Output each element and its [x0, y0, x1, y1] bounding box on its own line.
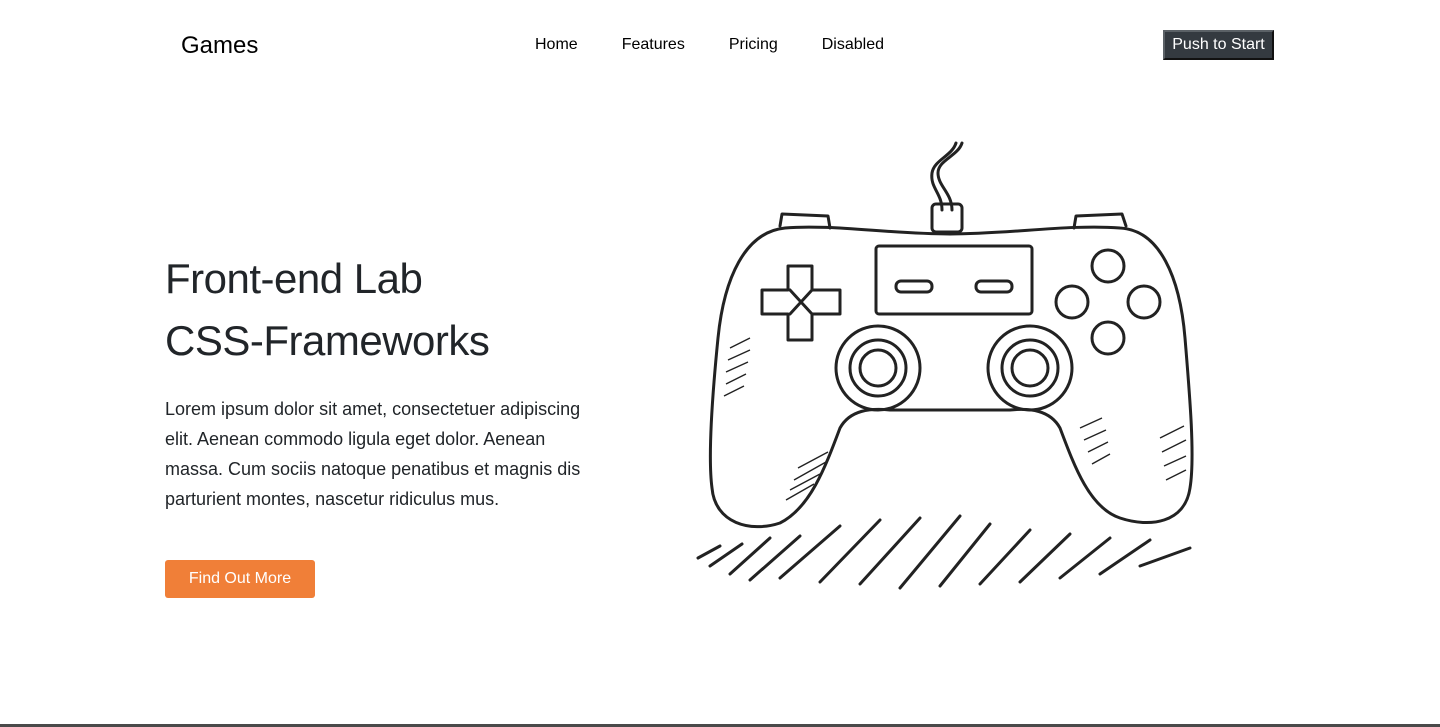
brand-logo[interactable]: Games	[181, 30, 258, 62]
nav-link-home[interactable]: Home	[513, 34, 600, 56]
hero-title-line-2: CSS-Frameworks	[165, 317, 490, 364]
hero-title-line-1: Front-end Lab	[165, 255, 423, 302]
top-navbar: Games Home Features Pricing Disabled Pus…	[0, 0, 1440, 90]
hero-title: Front-end Lab CSS-Frameworks	[165, 248, 490, 372]
nav-link-pricing[interactable]: Pricing	[707, 34, 800, 56]
gamepad-controller-icon	[696, 141, 1194, 590]
push-to-start-button[interactable]: Push to Start	[1163, 30, 1274, 60]
find-out-more-button[interactable]: Find Out More	[165, 560, 315, 598]
nav-links: Home Features Pricing Disabled	[513, 34, 906, 56]
hero-paragraph: Lorem ipsum dolor sit amet, consectetuer…	[165, 399, 581, 509]
nav-link-features[interactable]: Features	[600, 34, 707, 56]
nav-link-disabled[interactable]: Disabled	[800, 34, 906, 56]
